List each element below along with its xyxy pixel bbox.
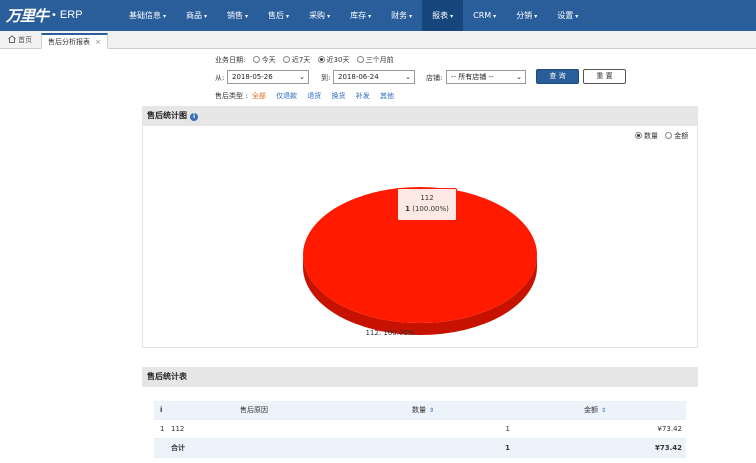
col-amount[interactable]: 金额 ⇕ bbox=[584, 401, 606, 420]
chart-tooltip: 112 1 (100.00%) bbox=[397, 188, 457, 221]
table-row[interactable]: 1 112 1 ¥73.42 bbox=[154, 420, 686, 439]
sort-icon[interactable]: ⇕ bbox=[601, 407, 606, 414]
row-amount: ¥73.42 bbox=[657, 425, 683, 433]
row-quantity: 1 bbox=[505, 425, 510, 433]
table-panel-header: 售后统计表 bbox=[142, 367, 698, 387]
col-index: i bbox=[160, 406, 163, 414]
after-sales-table: i 售后原因 数量 ⇕ 金额 ⇕ 1 112 1 ¥73.42 合计 1 ¥73.4… bbox=[154, 401, 686, 458]
tooltip-percent: (100.00%) bbox=[412, 205, 449, 213]
sort-icon[interactable]: ⇕ bbox=[429, 407, 434, 414]
row-index: 1 bbox=[160, 425, 165, 433]
tooltip-name: 112 bbox=[420, 194, 434, 202]
table-header-row: i 售后原因 数量 ⇕ 金额 ⇕ bbox=[154, 401, 686, 420]
pie-slice-label: 112: 100.00% bbox=[365, 329, 414, 337]
total-label: 合计 bbox=[171, 444, 185, 452]
table-total-row: 合计 1 ¥73.42 bbox=[154, 439, 686, 458]
col-reason: 售后原因 bbox=[240, 406, 268, 414]
tooltip-value: 1 bbox=[405, 205, 411, 213]
row-reason: 112 bbox=[171, 425, 185, 433]
total-quantity: 1 bbox=[505, 444, 510, 452]
col-quantity[interactable]: 数量 ⇕ bbox=[412, 401, 434, 420]
table-panel-title: 售后统计表 bbox=[147, 372, 187, 381]
pie-chart: 112: 100.00% bbox=[303, 187, 537, 337]
total-amount: ¥73.42 bbox=[654, 444, 682, 452]
